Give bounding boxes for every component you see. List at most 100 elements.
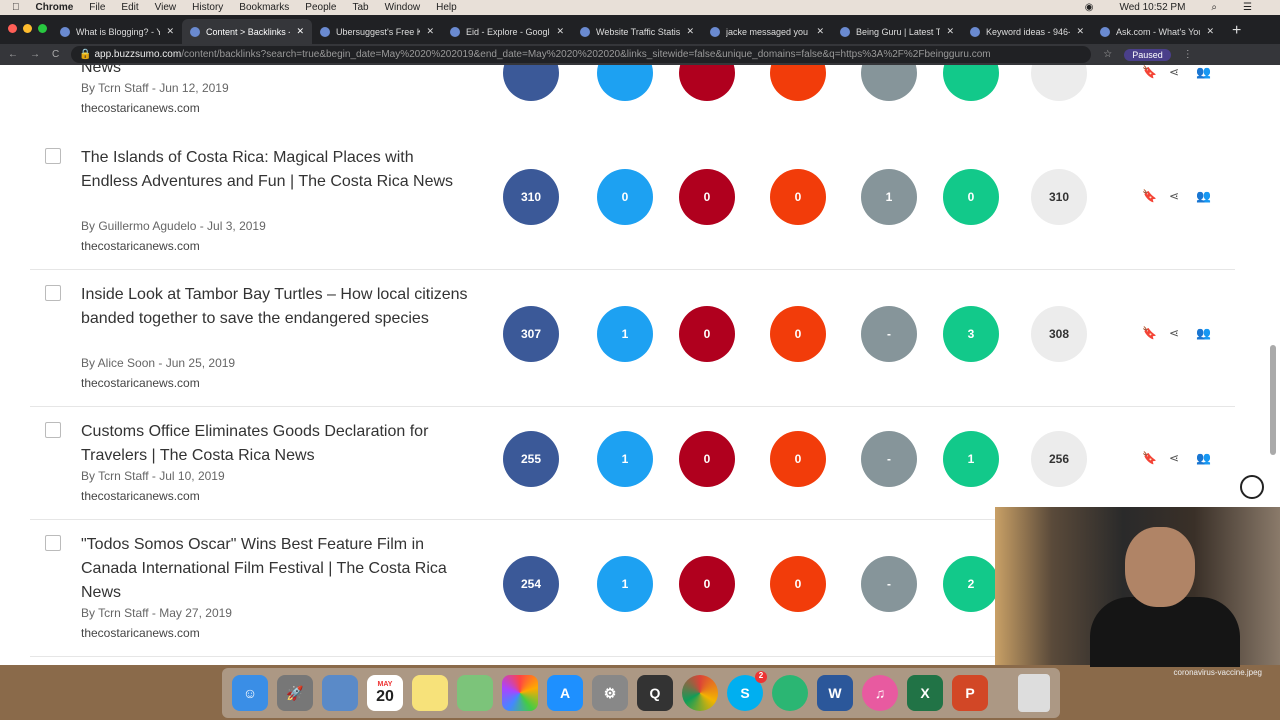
close-tab-icon[interactable]: ✕ bbox=[1076, 26, 1084, 37]
itunes-icon[interactable]: ♫ bbox=[862, 675, 898, 711]
menu-history[interactable]: History bbox=[192, 2, 223, 13]
row-checkbox[interactable] bbox=[45, 148, 61, 164]
article-author-date: By Tcrn Staff - Jun 12, 2019 bbox=[81, 81, 229, 95]
article-title[interactable]: "Todos Somos Oscar" Wins Best Feature Fi… bbox=[81, 533, 471, 605]
skype-icon[interactable]: S2 bbox=[727, 671, 767, 711]
share-icon[interactable]: ⋖ bbox=[1169, 189, 1179, 203]
menu-chrome[interactable]: Chrome bbox=[36, 2, 74, 13]
reddit-shares-circle: 0 bbox=[770, 431, 826, 487]
row-checkbox[interactable] bbox=[45, 285, 61, 301]
view-sharers-icon[interactable]: 👥 bbox=[1196, 326, 1211, 340]
tab[interactable]: Content > Backlinks - B ✕ bbox=[182, 19, 312, 44]
view-sharers-icon[interactable]: 👥 bbox=[1196, 65, 1211, 79]
tab[interactable]: Ask.com - What's Your ✕ bbox=[1092, 19, 1222, 44]
launchpad-icon[interactable]: 🚀 bbox=[277, 675, 313, 711]
preview-icon[interactable] bbox=[322, 675, 358, 711]
search-icon[interactable]: ⌕ bbox=[1211, 2, 1217, 13]
excel-icon[interactable]: X bbox=[907, 675, 943, 711]
finder-icon[interactable]: ☺ bbox=[232, 675, 268, 711]
tab-label: What is Blogging? - Yo bbox=[76, 26, 161, 37]
menu-file[interactable]: File bbox=[89, 2, 105, 13]
menu-people[interactable]: People bbox=[305, 2, 336, 13]
article-title[interactable]: News bbox=[81, 65, 471, 80]
share-icon[interactable]: ⋖ bbox=[1169, 65, 1179, 79]
favicon-icon bbox=[60, 26, 70, 37]
clock[interactable]: Wed 10:52 PM bbox=[1119, 2, 1185, 13]
view-sharers-icon[interactable]: 👥 bbox=[1196, 451, 1211, 465]
chrome-icon[interactable] bbox=[682, 675, 718, 711]
article-domain[interactable]: thecostaricanews.com bbox=[81, 489, 200, 503]
article-domain[interactable]: thecostaricanews.com bbox=[81, 376, 200, 390]
menu-window[interactable]: Window bbox=[385, 2, 421, 13]
article-title[interactable]: Inside Look at Tambor Bay Turtles – How … bbox=[81, 283, 471, 331]
app-store-icon[interactable]: A bbox=[547, 675, 583, 711]
tab-label: Ubersuggest's Free Ke bbox=[336, 26, 421, 37]
close-tab-icon[interactable]: ✕ bbox=[556, 26, 564, 37]
wifi-icon[interactable]: ◉ bbox=[1085, 2, 1094, 13]
article-domain[interactable]: thecostaricanews.com bbox=[81, 239, 200, 253]
view-sharers-icon[interactable]: 👥 bbox=[1196, 189, 1211, 203]
close-window-button[interactable] bbox=[8, 24, 17, 33]
other-shares-value: - bbox=[887, 577, 891, 591]
notes-icon[interactable] bbox=[412, 675, 448, 711]
bookmark-icon[interactable]: 🔖 bbox=[1142, 189, 1157, 203]
back-icon[interactable]: ← bbox=[8, 49, 18, 60]
tab[interactable]: Eid - Explore - Google ✕ bbox=[442, 19, 572, 44]
word-icon[interactable]: W bbox=[817, 675, 853, 711]
article-domain[interactable]: thecostaricanews.com bbox=[81, 101, 200, 115]
desktop-file-label[interactable]: coronavirus-vaccine.jpeg bbox=[1174, 668, 1263, 677]
quicktime-icon[interactable]: Q bbox=[637, 675, 673, 711]
menu-list-icon[interactable]: ☰ bbox=[1243, 2, 1252, 13]
close-tab-icon[interactable]: ✕ bbox=[426, 26, 434, 37]
apple-icon[interactable]:  bbox=[12, 2, 20, 13]
tab[interactable]: Being Guru | Latest Te ✕ bbox=[832, 19, 962, 44]
facetime-icon[interactable] bbox=[772, 675, 808, 711]
row-checkbox[interactable] bbox=[45, 422, 61, 438]
menu-view[interactable]: View bbox=[155, 2, 177, 13]
scrollbar[interactable] bbox=[1270, 345, 1276, 455]
row-checkbox[interactable] bbox=[45, 535, 61, 551]
photos-icon[interactable] bbox=[502, 675, 538, 711]
more-icon[interactable]: ⋮ bbox=[1183, 49, 1193, 60]
article-title[interactable]: Customs Office Eliminates Goods Declarat… bbox=[81, 420, 471, 468]
powerpoint-icon[interactable]: P bbox=[952, 675, 988, 711]
twitter-shares-value: 1 bbox=[621, 327, 629, 341]
close-tab-icon[interactable]: ✕ bbox=[166, 26, 174, 37]
reload-icon[interactable]: C bbox=[52, 49, 59, 60]
close-tab-icon[interactable]: ✕ bbox=[816, 26, 824, 37]
maps-icon[interactable] bbox=[457, 675, 493, 711]
tab[interactable]: What is Blogging? - Yo ✕ bbox=[52, 19, 182, 44]
system-preferences-icon[interactable]: ⚙ bbox=[592, 675, 628, 711]
calendar-icon[interactable]: MAY 20 bbox=[367, 675, 403, 711]
menu-bookmarks[interactable]: Bookmarks bbox=[239, 2, 289, 13]
tab[interactable]: Ubersuggest's Free Ke ✕ bbox=[312, 19, 442, 44]
bookmark-icon[interactable]: 🔖 bbox=[1142, 65, 1157, 79]
bookmark-icon[interactable]: 🔖 bbox=[1142, 326, 1157, 340]
url-field[interactable]: 🔒 app.buzzsumo.com/content/backlinks?sea… bbox=[71, 46, 1092, 63]
close-tab-icon[interactable]: ✕ bbox=[946, 26, 954, 37]
article-title[interactable]: The Islands of Costa Rica: Magical Place… bbox=[81, 146, 471, 194]
article-author-date: By Tcrn Staff - Jul 10, 2019 bbox=[81, 469, 225, 483]
article-domain[interactable]: thecostaricanews.com bbox=[81, 626, 200, 640]
minimize-window-button[interactable] bbox=[23, 24, 32, 33]
close-tab-icon[interactable]: ✕ bbox=[686, 26, 694, 37]
star-icon[interactable]: ☆ bbox=[1103, 49, 1112, 60]
tab[interactable]: Keyword ideas - 946- ✕ bbox=[962, 19, 1092, 44]
menu-edit[interactable]: Edit bbox=[121, 2, 138, 13]
new-tab-button[interactable]: + bbox=[1232, 22, 1241, 40]
favicon-icon bbox=[580, 26, 590, 37]
close-tab-icon[interactable]: ✕ bbox=[296, 26, 304, 37]
favicon-icon bbox=[450, 26, 460, 37]
menu-tab[interactable]: Tab bbox=[352, 2, 368, 13]
trash-icon[interactable] bbox=[1018, 674, 1050, 712]
tab[interactable]: jacke messaged you ✕ bbox=[702, 19, 832, 44]
tab[interactable]: Website Traffic Statist ✕ bbox=[572, 19, 702, 44]
bookmark-icon[interactable]: 🔖 bbox=[1142, 451, 1157, 465]
profile-button[interactable]: Paused bbox=[1124, 48, 1171, 61]
maximize-window-button[interactable] bbox=[38, 24, 47, 33]
share-icon[interactable]: ⋖ bbox=[1169, 451, 1179, 465]
menu-help[interactable]: Help bbox=[436, 2, 457, 13]
share-icon[interactable]: ⋖ bbox=[1169, 326, 1179, 340]
close-tab-icon[interactable]: ✕ bbox=[1206, 26, 1214, 37]
forward-icon[interactable]: → bbox=[30, 49, 40, 60]
